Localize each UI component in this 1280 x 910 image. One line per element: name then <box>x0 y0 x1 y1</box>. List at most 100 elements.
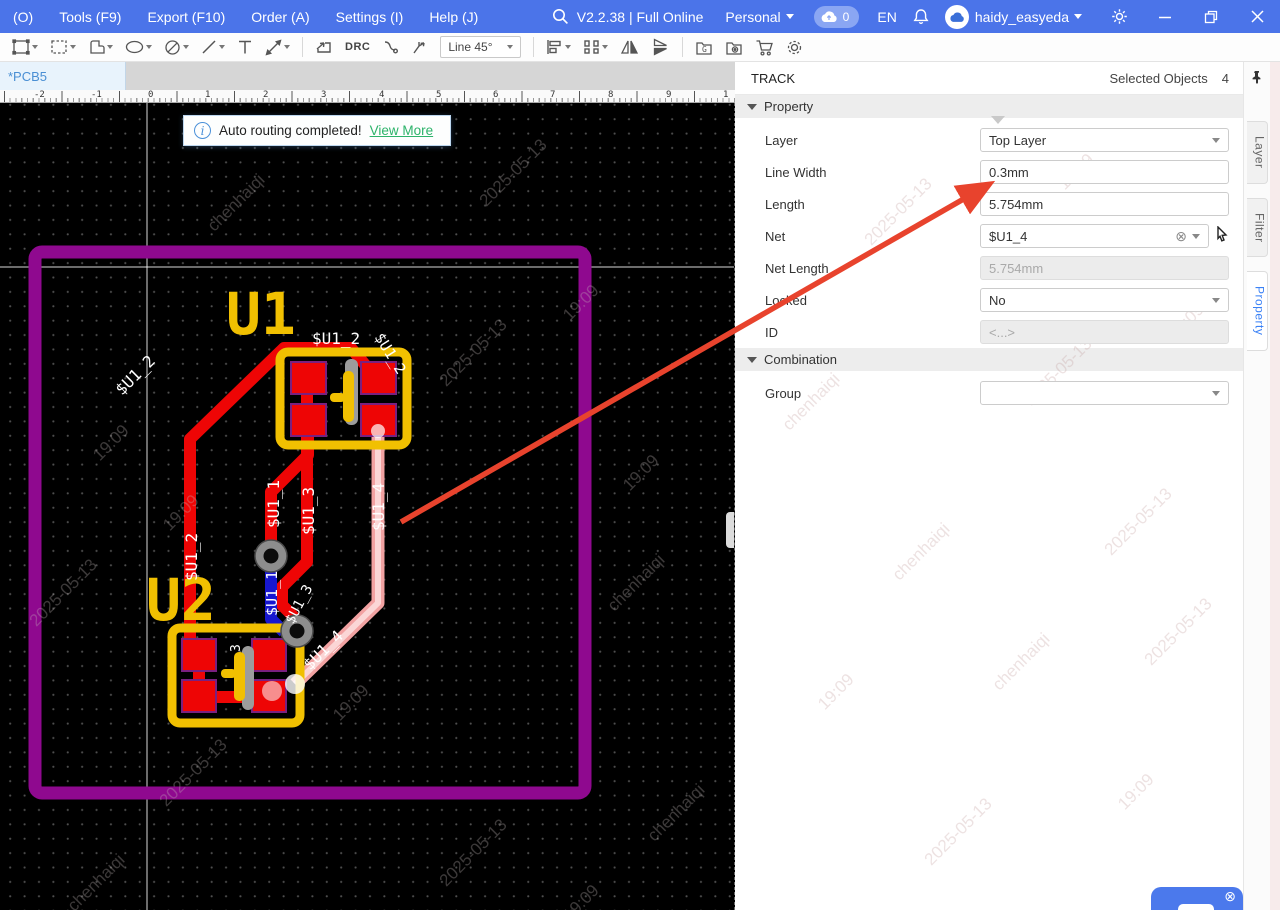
watermark: chenhaiqi <box>889 519 955 585</box>
selection-endpoint-glow <box>371 424 385 438</box>
u2-pad-3[interactable] <box>252 639 286 671</box>
chevron-down-icon <box>1212 391 1220 396</box>
via-1[interactable] <box>255 540 287 572</box>
section-combination[interactable]: Combination <box>735 348 1243 371</box>
length-input[interactable] <box>980 192 1229 216</box>
menu-export[interactable]: Export (F10) <box>134 9 238 25</box>
ellipse-tool-button[interactable] <box>119 34 158 60</box>
track-tool-button[interactable] <box>376 34 405 60</box>
group-select[interactable] <box>980 381 1229 405</box>
flip-vertical-button[interactable] <box>645 34 676 60</box>
device-library-button[interactable] <box>719 34 749 60</box>
horizontal-ruler: -2 -1 0 1 2 3 4 5 6 7 8 9 1 <box>0 90 735 103</box>
u2-pad-1[interactable] <box>182 639 216 671</box>
panel-right-strip <box>1270 62 1280 910</box>
watermark: 19:09 <box>814 670 858 714</box>
menu-order[interactable]: Order (A) <box>238 9 322 25</box>
panel-title: TRACK <box>751 71 795 86</box>
text-tool-button[interactable] <box>231 34 259 60</box>
locked-select[interactable]: No <box>980 288 1229 312</box>
close-button[interactable] <box>1234 0 1280 33</box>
field-label: Net Length <box>765 261 980 276</box>
user-menu[interactable]: haidy_easyeda <box>975 9 1082 25</box>
toolbar-separator <box>533 37 534 57</box>
watermark: 2025-05-13 <box>1101 484 1177 560</box>
panel-main: TRACK Selected Objects 4 Property Layer … <box>735 62 1243 910</box>
clear-circle-x-icon[interactable]: ⊗ <box>1175 228 1187 245</box>
keepout-tool-button[interactable] <box>158 34 195 60</box>
order-cart-button[interactable] <box>749 34 780 60</box>
dashed-select-tool-button[interactable] <box>44 34 82 60</box>
pin-icon[interactable] <box>1251 70 1263 89</box>
cloud-icon <box>820 10 838 23</box>
align-button[interactable] <box>540 34 577 60</box>
minimize-button[interactable] <box>1142 0 1188 33</box>
layer-select[interactable]: Top Layer <box>980 128 1229 152</box>
line-mode-select[interactable]: Line 45° <box>440 36 520 58</box>
net-label: $U1_2 <box>312 329 360 348</box>
view-more-link[interactable]: View More <box>370 123 434 138</box>
net-select[interactable]: $U1_4 ⊗ <box>980 224 1209 248</box>
side-tab-filter[interactable]: Filter <box>1247 198 1268 258</box>
field-label: Locked <box>765 293 980 308</box>
u2-pad-2[interactable] <box>182 680 216 712</box>
chevron-down-icon <box>565 45 571 49</box>
workspace-dropdown[interactable]: Personal <box>725 9 793 25</box>
distribute-button[interactable] <box>577 34 614 60</box>
tab-pcb5[interactable]: *PCB5 <box>0 62 126 90</box>
u1-refdes[interactable]: U1 <box>226 280 296 348</box>
canvas-settings-gear-icon[interactable] <box>780 34 809 60</box>
restore-button[interactable] <box>1188 0 1234 33</box>
app-settings-gear-icon[interactable] <box>1096 0 1142 33</box>
side-tab-property[interactable]: Property <box>1247 271 1268 350</box>
watermark: chenhaiqi <box>989 629 1055 695</box>
line-tool-button[interactable] <box>195 34 231 60</box>
selected-objects-label: Selected Objects <box>1109 71 1207 86</box>
field-net: Net $U1_4 ⊗ <box>735 220 1243 252</box>
assistant-popup[interactable]: ⊗ <box>1151 887 1243 910</box>
ruler-number: 2 <box>263 90 268 100</box>
avatar[interactable] <box>945 5 969 29</box>
pcb-canvas[interactable]: U1 U2 $U1_2 $U1_2 <box>0 103 735 910</box>
panel-collapse-caret-icon[interactable] <box>991 116 1005 124</box>
watermark: 2025-05-13 <box>1141 594 1217 670</box>
dimension-tool-button[interactable] <box>259 34 296 60</box>
cloud-sync-badge[interactable]: 0 <box>814 6 860 28</box>
field-net-length: Net Length 5.754mm <box>735 252 1243 284</box>
ruler-number: 8 <box>608 90 613 100</box>
line-width-input[interactable] <box>980 160 1229 184</box>
menu-file[interactable]: (O) <box>0 9 46 25</box>
selection-endpoint-glow <box>262 681 282 701</box>
footprint-library-button[interactable]: G <box>689 34 719 60</box>
section-property[interactable]: Property <box>735 95 1243 118</box>
select-tool-button[interactable] <box>6 34 44 60</box>
close-circle-icon[interactable]: ⊗ <box>1224 889 1236 903</box>
route-import-button[interactable] <box>309 34 339 60</box>
flip-horizontal-button[interactable] <box>614 34 645 60</box>
side-tab-layer[interactable]: Layer <box>1247 121 1268 184</box>
menu-help[interactable]: Help (J) <box>416 9 491 25</box>
field-length: Length <box>735 188 1243 220</box>
menu-tools[interactable]: Tools (F9) <box>46 9 134 25</box>
selection-endpoint-glow <box>285 674 305 694</box>
chevron-down-icon <box>146 45 152 49</box>
ruler-number: -2 <box>34 90 45 100</box>
drc-check-button[interactable]: DRC <box>339 34 376 60</box>
chevron-down-icon <box>70 45 76 49</box>
bell-icon[interactable] <box>907 0 935 33</box>
solid-region-tool-button[interactable] <box>82 34 119 60</box>
pcb-drawing[interactable]: U1 U2 $U1_2 $U1_2 <box>0 103 735 910</box>
search-icon[interactable] <box>547 0 575 33</box>
net-label: $U1_4 <box>369 483 388 531</box>
track-45-tool-button[interactable] <box>405 34 434 60</box>
pick-net-cursor-icon[interactable] <box>1215 226 1229 247</box>
u1-pad-1[interactable] <box>291 362 326 394</box>
watermark: 2025-05-13 <box>921 794 997 870</box>
properties-panel: TRACK Selected Objects 4 Property Layer … <box>735 62 1280 910</box>
language-toggle[interactable]: EN <box>877 9 896 25</box>
u1-pad-2[interactable] <box>291 404 326 436</box>
field-label: Length <box>765 197 980 212</box>
panel-collapse-handle[interactable] <box>726 512 734 548</box>
id-readonly: <...> <box>980 320 1229 344</box>
menu-settings[interactable]: Settings (I) <box>323 9 417 25</box>
